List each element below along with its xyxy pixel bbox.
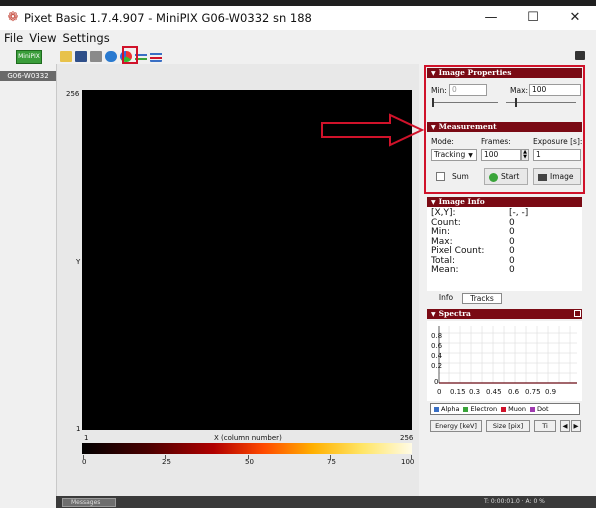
- toolbar: [60, 48, 165, 64]
- spectra-xtick-0.45: 0.45: [486, 388, 502, 396]
- tab-energy[interactable]: Energy [keV]: [430, 420, 482, 432]
- colorbar-tick-75: 75: [327, 458, 336, 466]
- spectra-xtick-0.3: 0.3: [469, 388, 481, 396]
- stripes-icon[interactable]: [150, 50, 162, 62]
- grid-icon[interactable]: [90, 50, 102, 62]
- close-button[interactable]: ✕: [554, 6, 596, 30]
- open-folder-icon[interactable]: [60, 50, 72, 62]
- spectra-ytick-0.2: 0.2: [431, 362, 443, 370]
- image-info-header[interactable]: ▼ Image Info: [427, 197, 582, 207]
- image-info-table: [X,Y]: [-, -] Count: 0 Min: 0 Max: 0 Pixel C…: [431, 208, 549, 276]
- menu-view[interactable]: View: [29, 31, 56, 45]
- restore-icon[interactable]: [574, 310, 581, 317]
- window-controls: — ☐ ✕: [470, 6, 596, 30]
- status-bar: Messages T: 0:00:01.0 · A: 0 %: [56, 496, 596, 508]
- minipix-device-icon[interactable]: MiniPIX: [16, 50, 42, 64]
- tab-info[interactable]: Info: [432, 293, 460, 304]
- save-icon[interactable]: [75, 50, 87, 62]
- tab-scroll-right-icon[interactable]: ▶: [571, 420, 581, 432]
- tab-scroll-left-icon[interactable]: ◀: [560, 420, 570, 432]
- spectra-ytick-0: 0: [434, 378, 439, 386]
- spectra-ytick-0.8: 0.8: [431, 332, 443, 340]
- spectra-header[interactable]: ▼ Spectra: [427, 309, 582, 319]
- panel-toggle-icon[interactable]: [575, 51, 585, 60]
- colorbar-tick-0: 0: [82, 458, 87, 466]
- collapse-triangle-icon: ▼: [431, 199, 436, 206]
- tab-time[interactable]: Ti: [534, 420, 556, 432]
- colorbar-tick-50: 50: [245, 458, 254, 466]
- minimize-button[interactable]: —: [470, 6, 512, 30]
- color-scale-bar: [82, 443, 412, 454]
- x-axis-right-label: 256: [400, 434, 414, 442]
- tab-size[interactable]: Size [pix]: [486, 420, 530, 432]
- colorbar-tick-100: 100: [401, 458, 415, 466]
- app-icon: ❁: [7, 10, 19, 25]
- legend-dot[interactable]: Dot: [529, 404, 549, 414]
- status-text: T: 0:00:01.0 · A: 0 %: [484, 498, 545, 505]
- title-bar: ❁ Pixet Basic 1.7.4.907 - MiniPIX G06-W0…: [0, 6, 596, 30]
- spectra-ytick-0.6: 0.6: [431, 342, 443, 350]
- tab-tracks[interactable]: Tracks: [462, 293, 502, 304]
- y-axis-label: Y: [76, 258, 81, 266]
- device-label[interactable]: G06-W0332: [0, 71, 56, 81]
- info-row-mean: Mean: 0: [431, 265, 515, 275]
- window-title: Pixet Basic 1.7.4.907 - MiniPIX G06-W033…: [24, 11, 312, 25]
- menu-file[interactable]: File: [4, 31, 23, 45]
- spectra-xtick-0.9: 0.9: [545, 388, 557, 396]
- y-axis-top-label: 256: [66, 90, 80, 98]
- right-arrow-annotation: [321, 113, 425, 147]
- spectra-xtick-0.75: 0.75: [525, 388, 541, 396]
- y-axis-bottom-label: 1: [76, 425, 81, 433]
- legend-electron[interactable]: Electron: [463, 404, 497, 414]
- menu-bar: File View Settings: [0, 30, 596, 46]
- messages-button[interactable]: Messages: [62, 498, 116, 507]
- legend-muon[interactable]: Muon: [501, 404, 526, 414]
- spectra-ytick-0.4: 0.4: [431, 352, 443, 360]
- refresh-icon[interactable]: [105, 50, 117, 62]
- colorbar-tick-25: 25: [162, 458, 171, 466]
- x-axis-label: X (column number): [214, 434, 282, 442]
- maximize-button[interactable]: ☐: [512, 6, 554, 30]
- highlight-box-panels: [424, 65, 585, 194]
- x-axis-left-label: 1: [84, 434, 89, 442]
- spectra-xtick-0.6: 0.6: [508, 388, 520, 396]
- legend-alpha[interactable]: Alpha: [434, 404, 459, 414]
- collapse-triangle-icon: ▼: [431, 311, 436, 318]
- menu-settings[interactable]: Settings: [63, 31, 110, 45]
- spectra-legend: Alpha Electron Muon Dot: [430, 403, 580, 415]
- spectra-xtick-0.15: 0.15: [450, 388, 466, 396]
- spectra-xtick-0: 0: [437, 388, 442, 396]
- pixet-window: ❁ Pixet Basic 1.7.4.907 - MiniPIX G06-W0…: [0, 0, 596, 508]
- device-panel: MiniPIX G06-W0332: [0, 46, 56, 508]
- toolbar-highlight-box: [122, 46, 138, 64]
